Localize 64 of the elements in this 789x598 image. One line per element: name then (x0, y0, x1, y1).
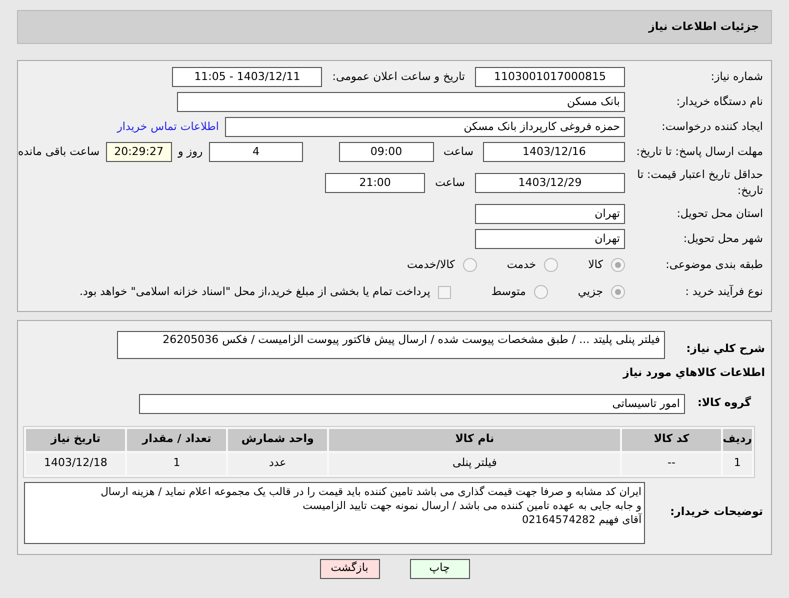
contact-link[interactable]: اطلاعات تماس خریدار (117, 118, 219, 136)
table-cell: عدد (228, 452, 328, 474)
field-label: ساعت (444, 144, 474, 160)
field-label: نام دستگاه خریدار: (675, 94, 763, 110)
date-field: 1403/12/16 (483, 142, 625, 162)
checkbox[interactable] (438, 286, 452, 298)
date-field: 1403/12/29 (475, 173, 625, 193)
column-header: تاریخ نیاز (26, 428, 126, 450)
radio-label: متوسط (491, 284, 526, 300)
notes-line: آقای فهیم 02164574282 (520, 512, 642, 526)
field-label: استان محل تحویل: (676, 206, 763, 222)
radio-label: جزیي (578, 284, 603, 300)
column-header: تعداد / مقدار (127, 428, 226, 450)
requester-field: حمزه فروغی کارپرداز بانک مسکن (225, 117, 625, 137)
radio-button[interactable] (611, 285, 625, 299)
back-button[interactable]: بازگشت (320, 558, 380, 578)
radio-label: کالا/خدمت (407, 256, 455, 273)
table-cell: 1 (127, 452, 226, 474)
table-cell: فیلتر پنلی (329, 452, 620, 474)
field-label: طبقه بندی موضوعی: (664, 257, 763, 273)
field-label: حداقل تاریخ اعتبار قیمت: تا تاریخ: (636, 167, 763, 199)
radio-label: خدمت (506, 256, 536, 273)
radio-button[interactable] (534, 285, 548, 299)
description-textarea[interactable]: فیلتر پنلی پلیتد ... / طبق مشخصات پیوست شده / ارسال پیش فاکتور پیوست الزامیست / فکس 26205036 (117, 331, 665, 359)
table-cell: 1 (722, 452, 752, 474)
group-field: امور تاسیساتی (139, 394, 685, 414)
column-header: واحد شمارش (228, 428, 328, 450)
notes-line: ایران کد مشابه و صرفا جهت قیمت گذاری می باشد تامین کننده باید قیمت را در قالب یک مجموعه اعلام نماید / هزینه ارسال (100, 484, 642, 498)
table-cell: -- (622, 452, 721, 474)
field-label: ساعت (435, 174, 465, 191)
province-field: تهران (475, 204, 625, 224)
buyer-org-field: بانک مسکن (177, 92, 625, 112)
field-label: توضیحات خریدار: (670, 505, 763, 518)
field-label: روز و (178, 144, 203, 160)
radio-button[interactable] (611, 258, 625, 272)
payment-note: پرداخت تمام یا بخشی از مبلغ خرید،از محل "اسناد خزانه اسلامی" خواهد بود. (80, 284, 430, 300)
field-label: شرح کلي نياز: (686, 342, 765, 355)
city-field: تهران (475, 229, 625, 249)
need-number-field: 1103001017000815 (475, 67, 625, 87)
notes-textarea[interactable] (24, 482, 646, 544)
column-header: ردیف (722, 428, 752, 450)
field-label: تاریخ و ساعت اعلان عمومی: (332, 68, 465, 85)
time-field: 09:00 (338, 142, 434, 162)
print-button[interactable]: چاپ (410, 558, 470, 578)
radio-label: کالا (588, 256, 603, 273)
days-field: 4 (208, 142, 304, 162)
radio-button[interactable] (544, 258, 558, 272)
field-label: شماره نیاز: (710, 69, 763, 85)
page-title: جزئیات اطلاعات نیاز (648, 18, 759, 35)
field-label: مهلت ارسال پاسخ: تا تاریخ: (635, 144, 763, 160)
field-label: ساعت باقی مانده (18, 144, 100, 160)
field-label: شهر محل تحویل: (682, 231, 763, 247)
column-header: کد کالا (622, 428, 721, 450)
section-heading: اطلاعات کالاهاي مورد نياز (623, 366, 765, 379)
field-label: ایجاد کننده درخواست: (660, 119, 763, 135)
column-header: نام کالا (329, 428, 620, 450)
field-label: نوع فرآیند خرید : (684, 284, 763, 300)
notes-line: و جابه جایی به عهده تامین کننده می باشد / ارسال نمونه جهت تایید الزامیست (302, 498, 642, 512)
countdown-field: 20:29:27 (106, 142, 172, 162)
field-label: گروه کالا: (697, 396, 751, 410)
radio-button[interactable] (462, 258, 477, 272)
time-field: 21:00 (325, 173, 426, 193)
table-cell: 1403/12/18 (26, 452, 126, 474)
announce-date-field: 1403/12/11 - 11:05 (172, 67, 322, 87)
